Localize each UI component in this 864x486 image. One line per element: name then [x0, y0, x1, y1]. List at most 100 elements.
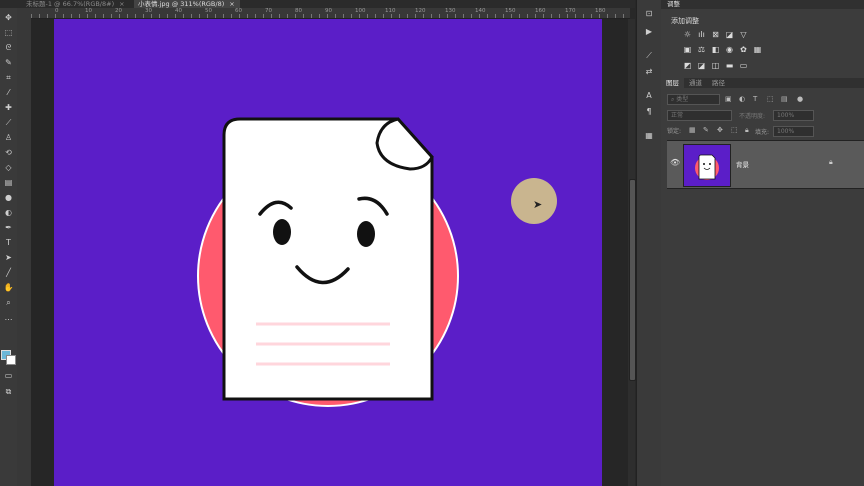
vertical-ruler: [17, 8, 32, 486]
tab-paths[interactable]: 路径: [707, 78, 730, 88]
horizontal-ruler: 0 10 20 30 40 50 60 70 80 90 100 110 120…: [31, 8, 630, 19]
zoom-icon[interactable]: ⌕: [2, 297, 15, 309]
canvas-area[interactable]: [31, 19, 628, 486]
dodge-icon[interactable]: ◐: [2, 207, 15, 219]
path-select-icon[interactable]: ➤: [2, 252, 15, 264]
libraries-icon[interactable]: ▦: [643, 130, 655, 142]
marquee-icon[interactable]: ⬚: [2, 27, 15, 39]
ruler-label: 50: [205, 8, 212, 14]
color-balance-icon[interactable]: ⚖: [697, 45, 706, 54]
healing-icon[interactable]: ✚: [2, 102, 15, 114]
eyedropper-icon[interactable]: ⁄: [2, 87, 15, 99]
fill-value: 100%: [777, 128, 795, 135]
curves-icon[interactable]: ⊠: [711, 30, 720, 39]
stamp-icon[interactable]: ♙: [2, 132, 15, 144]
color-lookup-icon[interactable]: ▦: [753, 45, 762, 54]
tools-panel: ✥ ⬚ ᘓ ✎ ⌗ ⁄ ✚ ⟋ ♙ ⟲ ◇ ▤ ● ◐ ✒ T ➤ ╱ ✋ ⌕ …: [0, 8, 18, 486]
add-adjustment-label: 添加调整: [671, 17, 699, 25]
posterize-icon[interactable]: ◪: [697, 61, 706, 70]
screen-mode-icon[interactable]: ⧉: [2, 386, 15, 398]
adjustment-row-2: ▣ ⚖ ◧ ◉ ✿ ▦: [683, 45, 762, 54]
brush-settings-icon[interactable]: ⟋: [643, 50, 655, 62]
scrollbar-thumb[interactable]: [629, 179, 636, 381]
gradient-map-icon[interactable]: ▭: [739, 61, 748, 70]
photo-filter-icon[interactable]: ◉: [725, 45, 734, 54]
ruler-label: 170: [565, 8, 576, 14]
move-icon[interactable]: ✥: [2, 12, 15, 24]
gradient-icon[interactable]: ▤: [2, 177, 15, 189]
black-white-icon[interactable]: ◧: [711, 45, 720, 54]
character-icon[interactable]: A: [643, 90, 655, 102]
ruler-label: 20: [115, 8, 122, 14]
fill-field[interactable]: 100%: [773, 126, 814, 137]
crop-icon[interactable]: ⌗: [2, 72, 15, 84]
filter-smart-icon[interactable]: ▤: [781, 95, 788, 103]
lock-label: 锁定:: [667, 128, 682, 135]
tab-label: 小表情.jpg @ 311%(RGB/8): [138, 0, 225, 8]
brush-icon[interactable]: ⟋: [2, 117, 15, 129]
exposure-icon[interactable]: ◪: [725, 30, 734, 39]
invert-icon[interactable]: ◩: [683, 61, 692, 70]
lock-artboard-icon[interactable]: ⬚: [731, 126, 738, 134]
close-icon[interactable]: ×: [229, 0, 234, 8]
document-tab-emoji[interactable]: 小表情.jpg @ 311%(RGB/8) ×: [134, 0, 240, 8]
pen-icon[interactable]: ✒: [2, 222, 15, 234]
blur-icon[interactable]: ●: [2, 192, 15, 204]
hand-icon[interactable]: ✋: [2, 282, 15, 294]
history-icon[interactable]: ⊡: [643, 8, 655, 20]
brightness-icon[interactable]: ☼: [683, 30, 692, 39]
lock-all-icon[interactable]: 🔒︎: [745, 126, 749, 135]
channel-mixer-icon[interactable]: ✿: [739, 45, 748, 54]
filter-adjust-icon[interactable]: ◐: [739, 95, 745, 103]
move-cursor-icon: ➤: [533, 198, 543, 211]
lock-pixels-icon[interactable]: ✎: [703, 126, 709, 134]
filter-toggle-icon[interactable]: ●: [797, 95, 803, 103]
document-tab-untitled[interactable]: 未标题-1 @ 66.7%(RGB/8#) ×: [22, 0, 130, 8]
line-icon[interactable]: ╱: [2, 267, 15, 279]
layer-kind-filter[interactable]: ⌕ 类型: [667, 94, 720, 105]
layers-panel: 图层 通道 路径 ⌕ 类型 ▣ ◐ T ⬚ ▤ ● 正常 不透明度: 100% …: [661, 78, 864, 486]
eraser-icon[interactable]: ◇: [2, 162, 15, 174]
ruler-label: 40: [175, 8, 182, 14]
close-icon[interactable]: ×: [119, 0, 124, 8]
tab-channels[interactable]: 通道: [684, 78, 707, 88]
history-brush-icon[interactable]: ⟲: [2, 147, 15, 159]
adjustments-tab[interactable]: 调整: [661, 0, 864, 9]
layer-row-background[interactable]: 👁︎ 背景 🔒︎: [667, 140, 864, 189]
ruler-label: 150: [505, 8, 516, 14]
selective-color-icon[interactable]: ▬: [725, 61, 734, 70]
lasso-icon[interactable]: ᘓ: [2, 42, 15, 54]
kind-filter-label: 类型: [676, 96, 689, 103]
paragraph-icon[interactable]: ¶: [643, 106, 655, 118]
type-icon[interactable]: T: [2, 237, 15, 249]
ruler-label: 110: [385, 8, 396, 14]
thumbnail-artwork: [695, 154, 719, 180]
lock-position-icon[interactable]: ✥: [717, 126, 723, 134]
ruler-label: 180: [595, 8, 606, 14]
document-canvas[interactable]: [54, 19, 602, 486]
ruler-label: 140: [475, 8, 486, 14]
background-color-swatch[interactable]: [6, 355, 16, 365]
levels-icon[interactable]: ılı: [697, 30, 706, 39]
play-icon[interactable]: ▶: [643, 26, 655, 38]
vertical-scrollbar[interactable]: [628, 19, 636, 486]
vibrance-icon[interactable]: ▽: [739, 30, 748, 39]
more-icon[interactable]: ⋯: [2, 314, 15, 326]
hue-saturation-icon[interactable]: ▣: [683, 45, 692, 54]
ruler-label: 100: [355, 8, 366, 14]
filter-shape-icon[interactable]: ⬚: [767, 95, 774, 103]
eye-icon[interactable]: 👁︎: [670, 158, 680, 167]
filter-type-icon[interactable]: T: [753, 95, 757, 103]
opacity-field[interactable]: 100%: [773, 110, 814, 121]
tab-layers[interactable]: 图层: [661, 78, 684, 88]
adjust-sliders-icon[interactable]: ⇄: [643, 66, 655, 78]
opacity-value: 100%: [777, 112, 795, 119]
adjustment-row-1: ☼ ılı ⊠ ◪ ▽: [683, 30, 748, 39]
quick-select-icon[interactable]: ✎: [2, 57, 15, 69]
lock-transparent-icon[interactable]: ▦: [689, 126, 696, 134]
quick-mask-icon[interactable]: ▭: [2, 370, 15, 382]
ruler-label: 30: [145, 8, 152, 14]
filter-pixel-icon[interactable]: ▣: [725, 95, 732, 103]
blend-mode-select[interactable]: 正常: [667, 110, 732, 121]
threshold-icon[interactable]: ◫: [711, 61, 720, 70]
